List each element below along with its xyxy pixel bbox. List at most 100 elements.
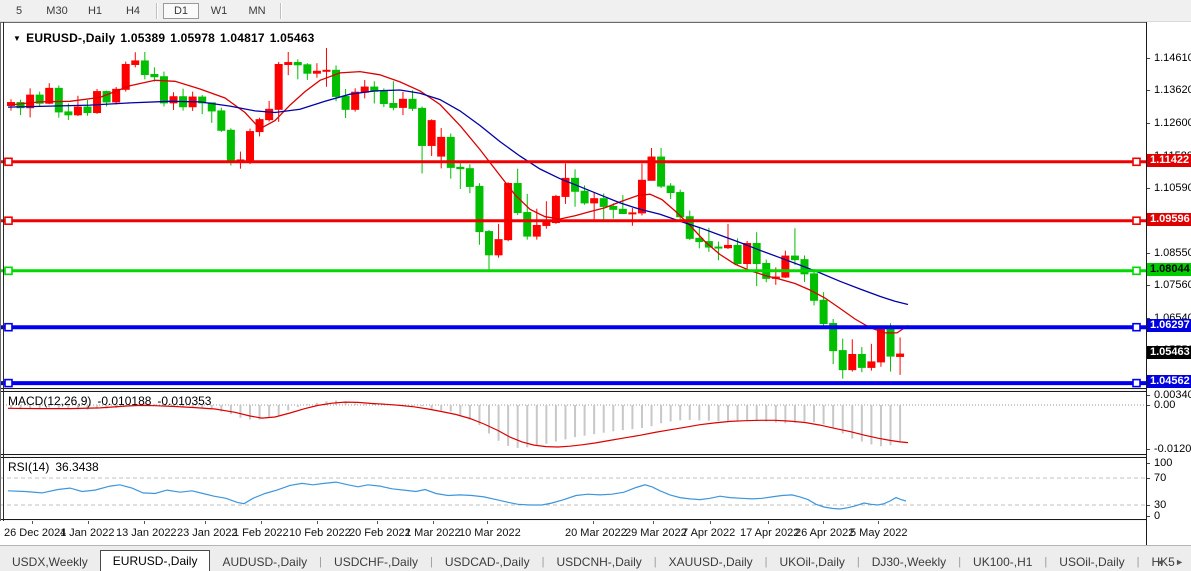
hline-anchor[interactable] bbox=[1133, 158, 1140, 165]
hline-anchor[interactable] bbox=[5, 158, 12, 165]
chevron-down-icon[interactable]: ▼ bbox=[13, 34, 21, 43]
date-tick-mark bbox=[710, 521, 711, 524]
ohlc-high: 1.05978 bbox=[170, 31, 215, 45]
date-label: 26 Apr 2022 bbox=[795, 527, 854, 539]
price-tick-label: 1.13620 bbox=[1154, 84, 1191, 96]
ohlc-close: 1.05463 bbox=[270, 31, 315, 45]
price-scale: 1.146101.136201.126001.115801.105901.096… bbox=[1147, 22, 1191, 545]
price-badge-1.11422: 1.11422 bbox=[1147, 154, 1191, 167]
timeframe-button-W1[interactable]: W1 bbox=[201, 3, 237, 19]
tab-usdx-weekly[interactable]: USDX,Weekly bbox=[0, 553, 100, 571]
chart-title: ▼ EURUSD-,Daily 1.05389 1.05978 1.04817 … bbox=[13, 31, 315, 45]
rsi-scale-label: 70 bbox=[1154, 472, 1166, 484]
toolbar-separator bbox=[280, 3, 282, 19]
hline-anchor[interactable] bbox=[1133, 217, 1140, 224]
date-label: 17 Apr 2022 bbox=[740, 527, 799, 539]
date-tick-mark bbox=[768, 521, 769, 524]
price-badge-1.05463: 1.05463 bbox=[1147, 346, 1191, 359]
date-tick-mark bbox=[32, 521, 33, 524]
tab-xauusd-daily[interactable]: XAUUSD-,Daily bbox=[657, 553, 765, 571]
price-chart-panel[interactable]: ▼ EURUSD-,Daily 1.05389 1.05978 1.04817 … bbox=[0, 22, 1146, 389]
price-badge-1.08044: 1.08044 bbox=[1147, 263, 1191, 276]
rsi-label: RSI(14) 36.3438 bbox=[8, 460, 99, 474]
price-tick-label: 1.08550 bbox=[1154, 247, 1191, 259]
macd-indicator-panel[interactable]: MACD(12,26,9) -0.010188 -0.010353 bbox=[0, 392, 1146, 454]
date-tick-mark bbox=[878, 521, 879, 524]
tab-eurusd-daily[interactable]: EURUSD-,Daily bbox=[100, 550, 211, 571]
date-tick-mark bbox=[823, 521, 824, 524]
price-tick-label: 1.10590 bbox=[1154, 182, 1191, 194]
symbol-period-label: EURUSD-,Daily bbox=[26, 31, 115, 45]
tab-scroll-arrows[interactable]: ◄ ► bbox=[1156, 557, 1188, 567]
timeframe-toolbar: 5M30H1H4 D1W1MN bbox=[0, 0, 1191, 22]
tab-usdcad-daily[interactable]: USDCAD-,Daily bbox=[433, 553, 542, 571]
chart-left-border bbox=[3, 22, 4, 545]
time-scale: 26 Dec 20214 Jan 202213 Jan 202223 Jan 2… bbox=[0, 521, 1146, 545]
price-tick-label: 1.07560 bbox=[1154, 279, 1191, 291]
rsi-name: RSI(14) bbox=[8, 460, 49, 474]
date-label: 1 Feb 2022 bbox=[233, 527, 289, 539]
ma-fast-red bbox=[8, 72, 908, 333]
ohlc-open: 1.05389 bbox=[120, 31, 165, 45]
hline-anchor[interactable] bbox=[5, 324, 12, 331]
date-tick-mark bbox=[88, 521, 89, 524]
price-tick-label: 1.12600 bbox=[1154, 117, 1191, 129]
tab-ukoil-daily[interactable]: UKOil-,Daily bbox=[768, 553, 857, 571]
date-tick-mark bbox=[433, 521, 434, 524]
price-badge-1.09596: 1.09596 bbox=[1147, 213, 1191, 226]
timeframe-button-H1[interactable]: H1 bbox=[77, 3, 113, 19]
rsi-scale-label: 100 bbox=[1154, 457, 1172, 469]
date-label: 10 Mar 2022 bbox=[459, 527, 521, 539]
macd-value-main: -0.010188 bbox=[97, 394, 151, 408]
toolbar-separator bbox=[156, 3, 158, 19]
axis-border bbox=[1146, 22, 1147, 545]
date-label: 20 Mar 2022 bbox=[565, 527, 627, 539]
date-tick-mark bbox=[317, 521, 318, 524]
timeframe-button-D1[interactable]: D1 bbox=[163, 3, 199, 19]
chart-tab-bar: USDX,WeeklyEURUSD-,DailyAUDUSD-,Daily|US… bbox=[0, 545, 1191, 571]
tab-uk100-h1[interactable]: UK100-,H1 bbox=[961, 553, 1044, 571]
date-label: 13 Jan 2022 bbox=[116, 527, 177, 539]
ohlc-low: 1.04817 bbox=[220, 31, 265, 45]
hline-anchor[interactable] bbox=[5, 267, 12, 274]
timeframe-button-H4[interactable]: H4 bbox=[115, 3, 151, 19]
date-label: 10 Feb 2022 bbox=[289, 527, 351, 539]
macd-scale-label: 0.00 bbox=[1154, 399, 1175, 411]
date-tick-mark bbox=[205, 521, 206, 524]
date-tick-mark bbox=[593, 521, 594, 524]
rsi-canvas bbox=[0, 458, 1146, 519]
macd-label: MACD(12,26,9) -0.010188 -0.010353 bbox=[8, 394, 211, 408]
timeframe-button-M30[interactable]: M30 bbox=[39, 3, 75, 19]
date-tick-mark bbox=[377, 521, 378, 524]
date-label: 29 Mar 2022 bbox=[625, 527, 687, 539]
ma-slow-blue bbox=[8, 90, 908, 305]
price-tick-label: 1.14610 bbox=[1154, 52, 1191, 64]
date-label: 1 Mar 2022 bbox=[405, 527, 461, 539]
hline-anchor[interactable] bbox=[5, 380, 12, 387]
tab-usoil-daily[interactable]: USOil-,Daily bbox=[1047, 553, 1136, 571]
tab-usdchf-daily[interactable]: USDCHF-,Daily bbox=[322, 553, 430, 571]
hline-anchor[interactable] bbox=[1133, 267, 1140, 274]
date-label: 7 Apr 2022 bbox=[682, 527, 735, 539]
tab-usdcnh-daily[interactable]: USDCNH-,Daily bbox=[544, 553, 653, 571]
timeframe-button-5[interactable]: 5 bbox=[1, 3, 37, 19]
date-label: 20 Feb 2022 bbox=[349, 527, 411, 539]
date-tick-mark bbox=[487, 521, 488, 524]
date-label: 23 Jan 2022 bbox=[177, 527, 238, 539]
timeframe-button-MN[interactable]: MN bbox=[239, 3, 275, 19]
price-badge-1.04562: 1.04562 bbox=[1147, 375, 1191, 388]
rsi-value: 36.3438 bbox=[55, 460, 98, 474]
tab-audusd-daily[interactable]: AUDUSD-,Daily bbox=[210, 553, 319, 571]
window-left-frame bbox=[0, 22, 1, 545]
hline-anchor[interactable] bbox=[1133, 324, 1140, 331]
date-tick-mark bbox=[144, 521, 145, 524]
tab-dj30-weekly[interactable]: DJ30-,Weekly bbox=[860, 553, 958, 571]
hline-anchor[interactable] bbox=[1133, 380, 1140, 387]
hline-anchor[interactable] bbox=[5, 217, 12, 224]
date-label: 5 May 2022 bbox=[850, 527, 907, 539]
macd-signal-line bbox=[8, 402, 908, 447]
date-label: 4 Jan 2022 bbox=[60, 527, 114, 539]
macd-value-signal: -0.010353 bbox=[157, 394, 211, 408]
rsi-indicator-panel[interactable]: RSI(14) 36.3438 bbox=[0, 458, 1146, 519]
rsi-scale-label: 0 bbox=[1154, 510, 1160, 522]
